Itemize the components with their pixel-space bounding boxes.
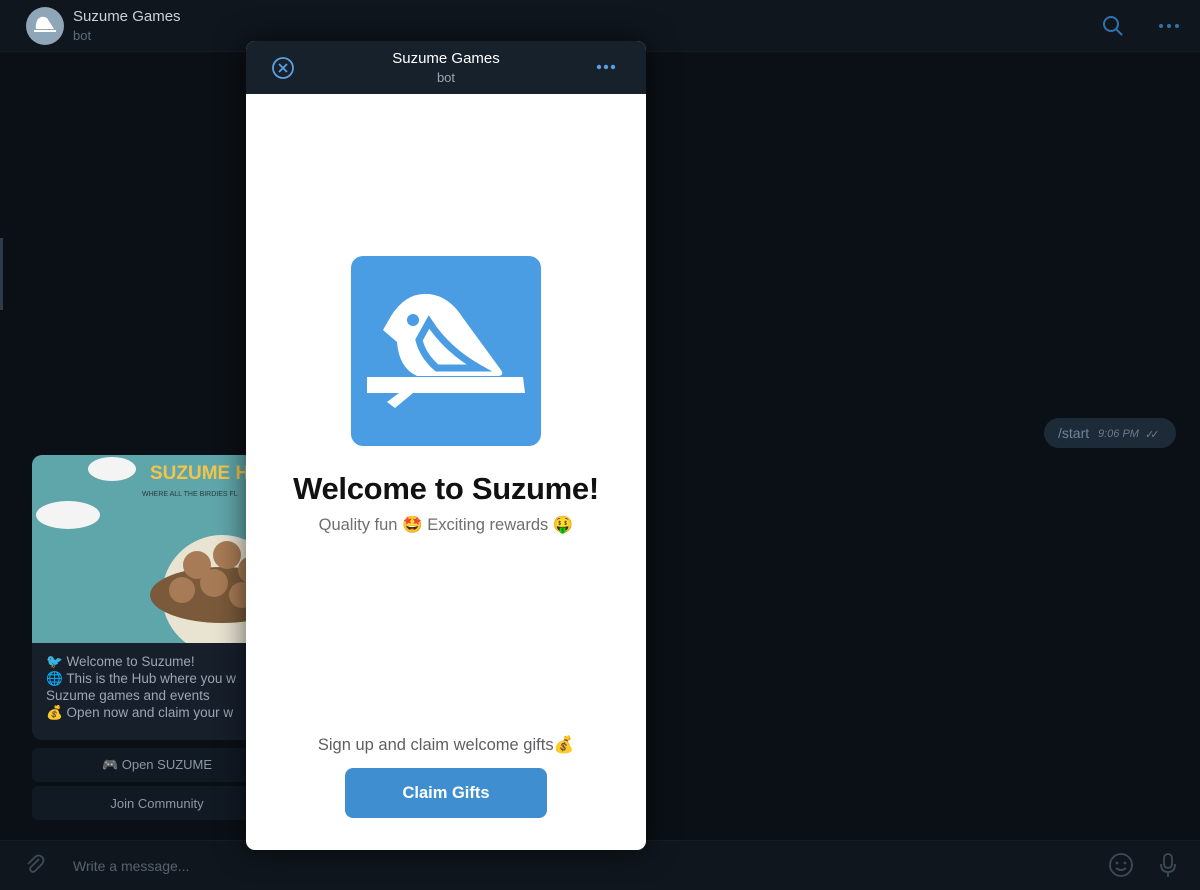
chat-title: Suzume Games [73,8,181,25]
selection-indicator [0,238,3,310]
outgoing-message-text: /start [1058,425,1090,441]
chat-subtitle: bot [73,28,92,43]
tagline: Quality fun 🤩 Exciting rewards 🤑 [318,516,574,534]
mini-app-header: Suzume Games bot [246,41,646,94]
bird-icon [367,293,525,408]
message-line: 🌐 This is the Hub where you w [46,671,236,686]
mini-app-subtitle: bot [436,70,456,85]
bot-message[interactable]: SUZUME HUB WHERE ALL THE BIRDIES FL 🐦 We… [32,455,282,740]
mini-app-modal: Suzume Games bot Welcome to Suzume! Qual… [246,41,646,850]
message-line: 💰 Open now and claim your w [46,705,234,720]
emoji-icon[interactable] [1106,850,1136,880]
mini-app-title: Suzume Games [392,50,500,67]
search-icon[interactable] [1099,12,1127,40]
attach-icon[interactable] [20,850,50,880]
mic-icon[interactable] [1153,850,1183,880]
claim-gifts-button[interactable]: Claim Gifts [345,768,547,818]
welcome-heading: Welcome to Suzume! [293,471,599,506]
more-icon[interactable] [594,57,618,77]
outgoing-message-time: 9:06 PM [1098,428,1139,440]
bot-avatar[interactable] [26,7,64,45]
double-check-icon: ✓✓ [1145,429,1160,441]
suzume-hub-image[interactable]: SUZUME HUB WHERE ALL THE BIRDIES FL [32,455,282,655]
open-suzume-button[interactable]: 🎮 Open SUZUME [32,748,282,782]
message-line: 🐦 Welcome to Suzume! [46,654,195,669]
message-input[interactable]: Write a message... [73,858,189,874]
bird-icon [34,16,56,32]
message-line: Suzume games and events [46,688,210,703]
message-text: 🐦 Welcome to Suzume! 🌐 This is the Hub w… [46,653,236,721]
image-subtitle: WHERE ALL THE BIRDIES FL [142,491,238,498]
more-icon[interactable] [1155,12,1183,40]
signup-text: Sign up and claim welcome gifts💰 [317,736,575,754]
suzume-logo [351,256,541,446]
join-community-button[interactable]: Join Community [32,786,282,820]
